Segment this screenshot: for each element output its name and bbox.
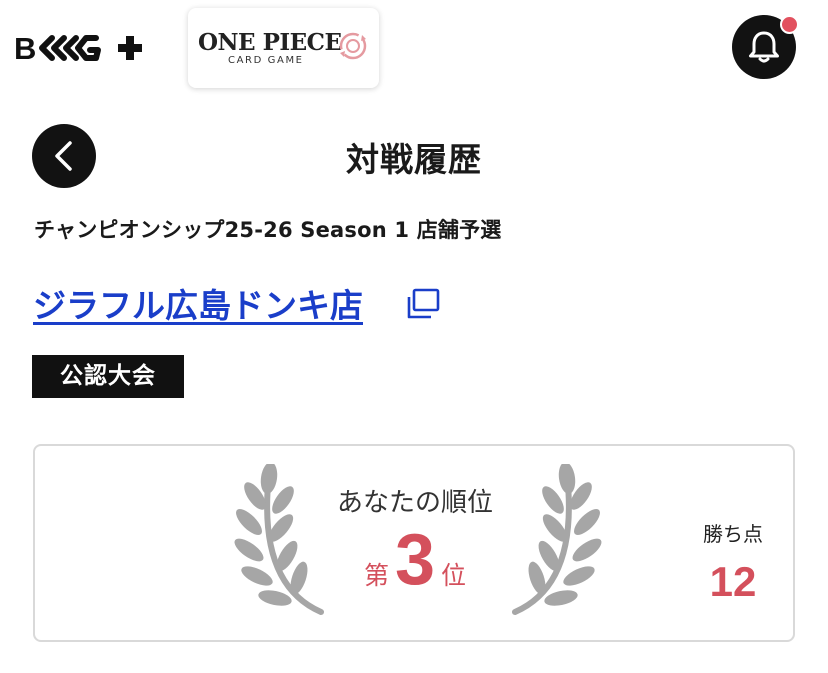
rank-prefix: 第 — [363, 561, 389, 590]
rank-suffix: 位 — [441, 561, 467, 590]
svg-text:B: B — [14, 31, 36, 66]
game-logo-title: ONE PIECE — [198, 29, 342, 56]
rank-card: あなたの順位 第3 位 勝ち点 12 — [33, 444, 795, 642]
event-name: チャンピオンシップ25-26 Season 1 店舗予選 — [34, 218, 502, 242]
top-bar: B ONE PIECE CARD GAME — [0, 0, 828, 100]
game-logo-subtitle: CARD GAME — [228, 55, 304, 66]
points-label: 勝ち点 — [703, 522, 763, 546]
rank-display: 第3 位 — [315, 518, 515, 602]
bandai-tcg-plus-logo[interactable]: B — [14, 28, 156, 68]
game-switch-icon — [339, 32, 367, 60]
page-title: 対戦履歴 — [346, 140, 482, 179]
notification-dot — [780, 15, 799, 34]
points-value: 12 — [709, 558, 757, 605]
bell-icon — [749, 31, 779, 63]
store-name-link[interactable]: ジラフル広島ドンキ店 — [33, 279, 363, 327]
rank-label: あなたの順位 — [336, 488, 493, 518]
rank-value: 3 — [394, 520, 436, 600]
external-link-icon[interactable] — [405, 287, 441, 321]
one-piece-card-game-logo[interactable]: ONE PIECE CARD GAME — [188, 8, 379, 88]
event-type-badge: 公認大会 — [32, 355, 184, 398]
